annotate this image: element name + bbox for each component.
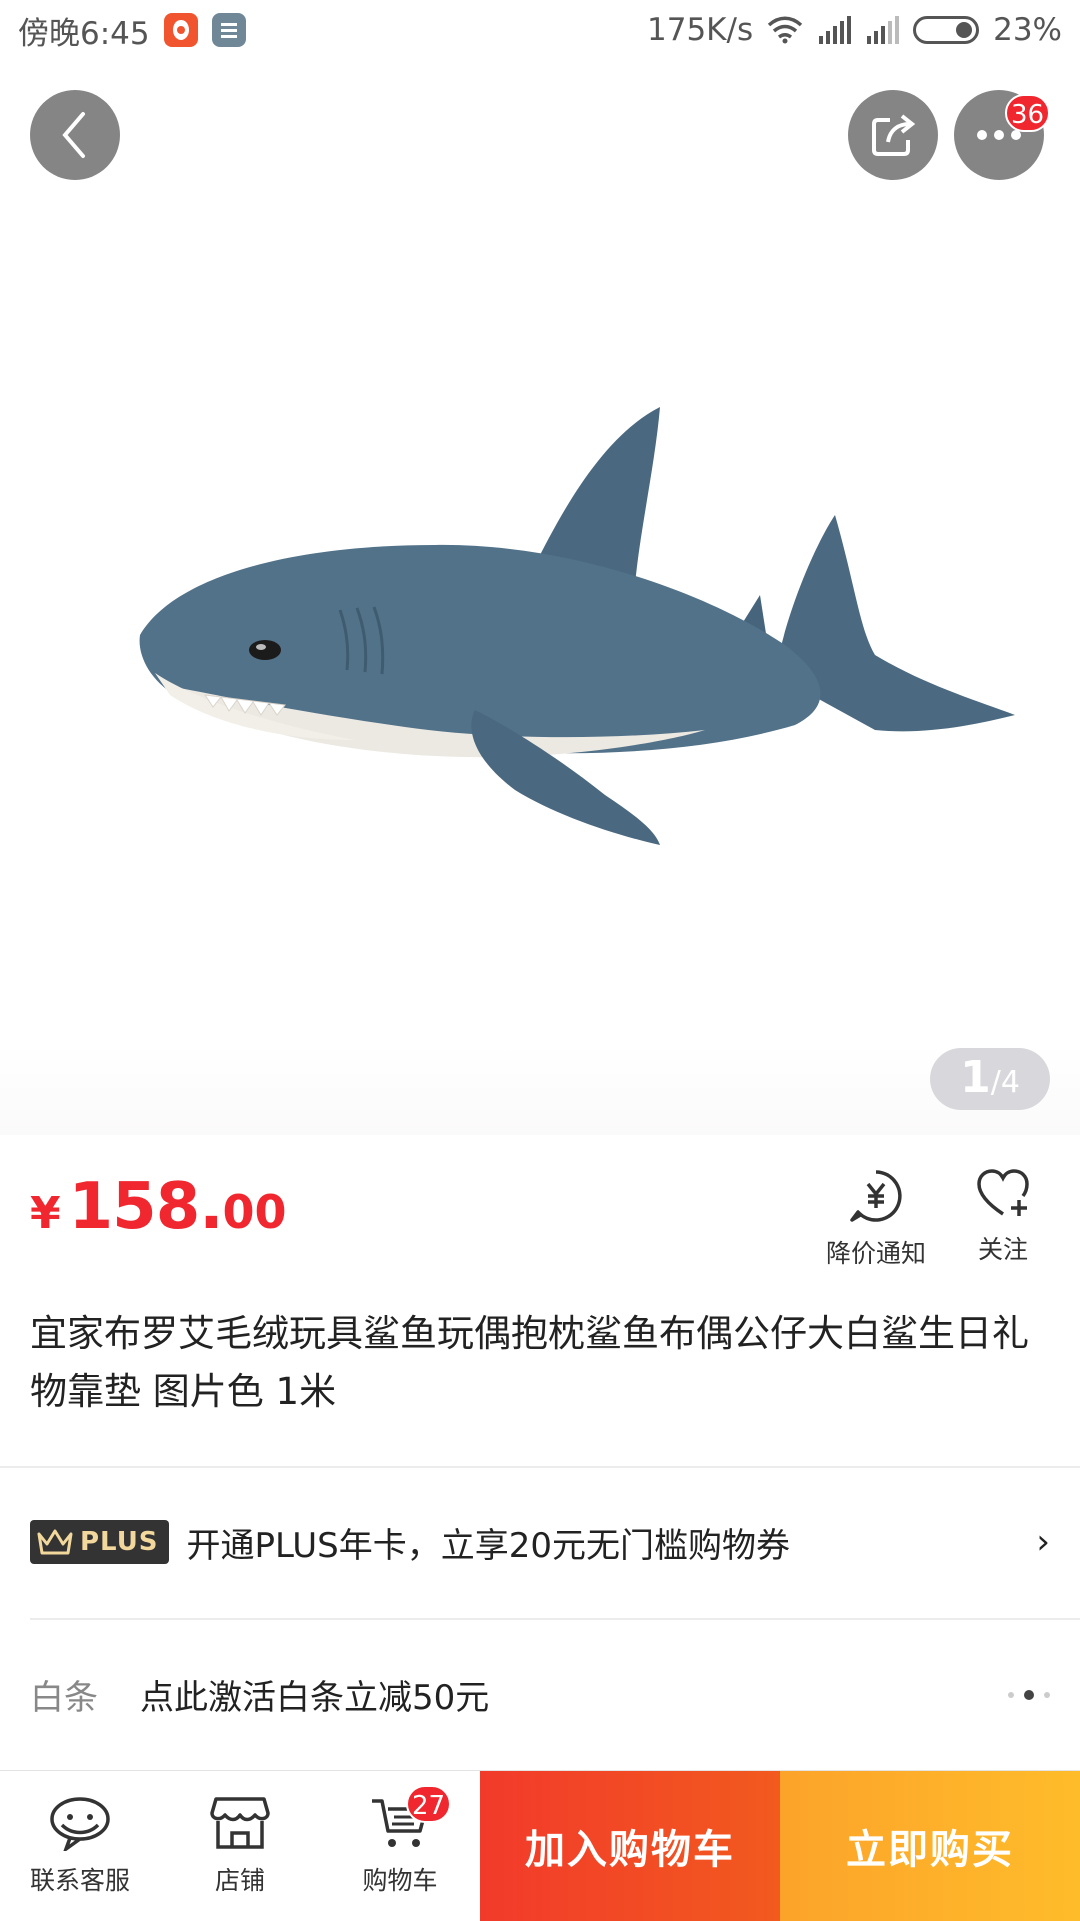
cart-tab[interactable]: 购物车 27 <box>320 1771 480 1921</box>
price-decimal: 00 <box>222 1185 287 1239</box>
heart-plus-icon <box>977 1169 1029 1216</box>
price-drop-bell-icon <box>850 1170 902 1222</box>
notification-app-icon <box>163 13 198 47</box>
baitiao-row[interactable]: 白条 点此激活白条立减50元 <box>30 1670 1050 1719</box>
customer-service-label: 联系客服 <box>29 1866 130 1895</box>
network-speed: 175K/s <box>647 12 754 48</box>
chevron-left-icon <box>62 112 85 158</box>
gallery-page-separator: / <box>990 1065 1001 1100</box>
store-icon <box>210 1797 270 1849</box>
divider <box>30 1618 1080 1620</box>
status-time: 傍晚6:45 <box>18 15 150 52</box>
plus-badge-text: PLUS <box>80 1527 159 1557</box>
battery-level: 23% <box>993 12 1062 48</box>
customer-service-tab[interactable]: 联系客服 <box>0 1771 160 1921</box>
share-button[interactable] <box>848 90 938 180</box>
shop-tab[interactable]: 店铺 <box>160 1771 320 1921</box>
notification-doc-icon <box>211 13 246 47</box>
back-button[interactable] <box>30 90 120 180</box>
baitiao-promo-text: 点此激活白条立减50元 <box>140 1678 490 1718</box>
cart-count-badge: 27 <box>406 1785 452 1823</box>
message-count-badge: 36 <box>1005 94 1051 132</box>
buy-now-button[interactable]: 立即购买 <box>780 1771 1080 1921</box>
signal-icon-1 <box>819 16 852 44</box>
cart-label: 购物车 <box>362 1866 438 1895</box>
chevron-right-icon: › <box>1036 1522 1050 1562</box>
gallery-current-page: 1 <box>960 1052 991 1103</box>
shark-plush-image <box>139 407 1015 845</box>
price-alert-button[interactable]: 降价通知 <box>826 1168 926 1270</box>
price-integer: 158. <box>68 1170 224 1244</box>
carousel-dot-active <box>1024 1689 1034 1700</box>
gallery-page-indicator: 1 / 4 <box>930 1048 1050 1110</box>
price: ¥ 158. 00 <box>30 1170 287 1244</box>
signal-icon-2 <box>867 16 900 44</box>
plus-promo-row[interactable]: PLUS 开通PLUS年卡，立享20元无门槛购物券 › <box>30 1520 1050 1566</box>
add-to-cart-button[interactable]: 加入购物车 <box>480 1771 780 1921</box>
shop-label: 店铺 <box>214 1866 265 1895</box>
gallery-total-pages: 4 <box>1000 1065 1020 1100</box>
plus-badge: PLUS <box>30 1520 169 1564</box>
carousel-dot <box>1044 1691 1050 1698</box>
customer-service-icon <box>50 1797 110 1851</box>
currency-symbol: ¥ <box>30 1188 61 1239</box>
bottom-action-bar: 联系客服 店铺 购物车 27 加入购物车 立即购买 <box>0 1770 1080 1921</box>
price-alert-label: 降价通知 <box>826 1239 927 1268</box>
share-icon <box>872 114 916 156</box>
plus-promo-text: 开通PLUS年卡，立享20元无门槛购物券 <box>186 1525 791 1566</box>
follow-button[interactable]: 关注 <box>975 1168 1031 1266</box>
baitiao-label: 白条 <box>30 1678 98 1718</box>
status-bar: 傍晚6:45 175K/s 23% <box>0 0 1080 60</box>
product-title: 宜家布罗艾毛绒玩具鲨鱼玩偶抱枕鲨鱼布偶公仔大白鲨生日礼物靠垫 图片色 1米 <box>30 1312 1029 1413</box>
crown-icon <box>37 1529 73 1555</box>
wifi-icon <box>767 16 803 44</box>
follow-label: 关注 <box>977 1235 1028 1264</box>
carousel-dot <box>1008 1691 1014 1698</box>
battery-icon <box>913 16 980 44</box>
divider <box>0 1466 1080 1468</box>
carousel-dots <box>1008 1689 1050 1700</box>
